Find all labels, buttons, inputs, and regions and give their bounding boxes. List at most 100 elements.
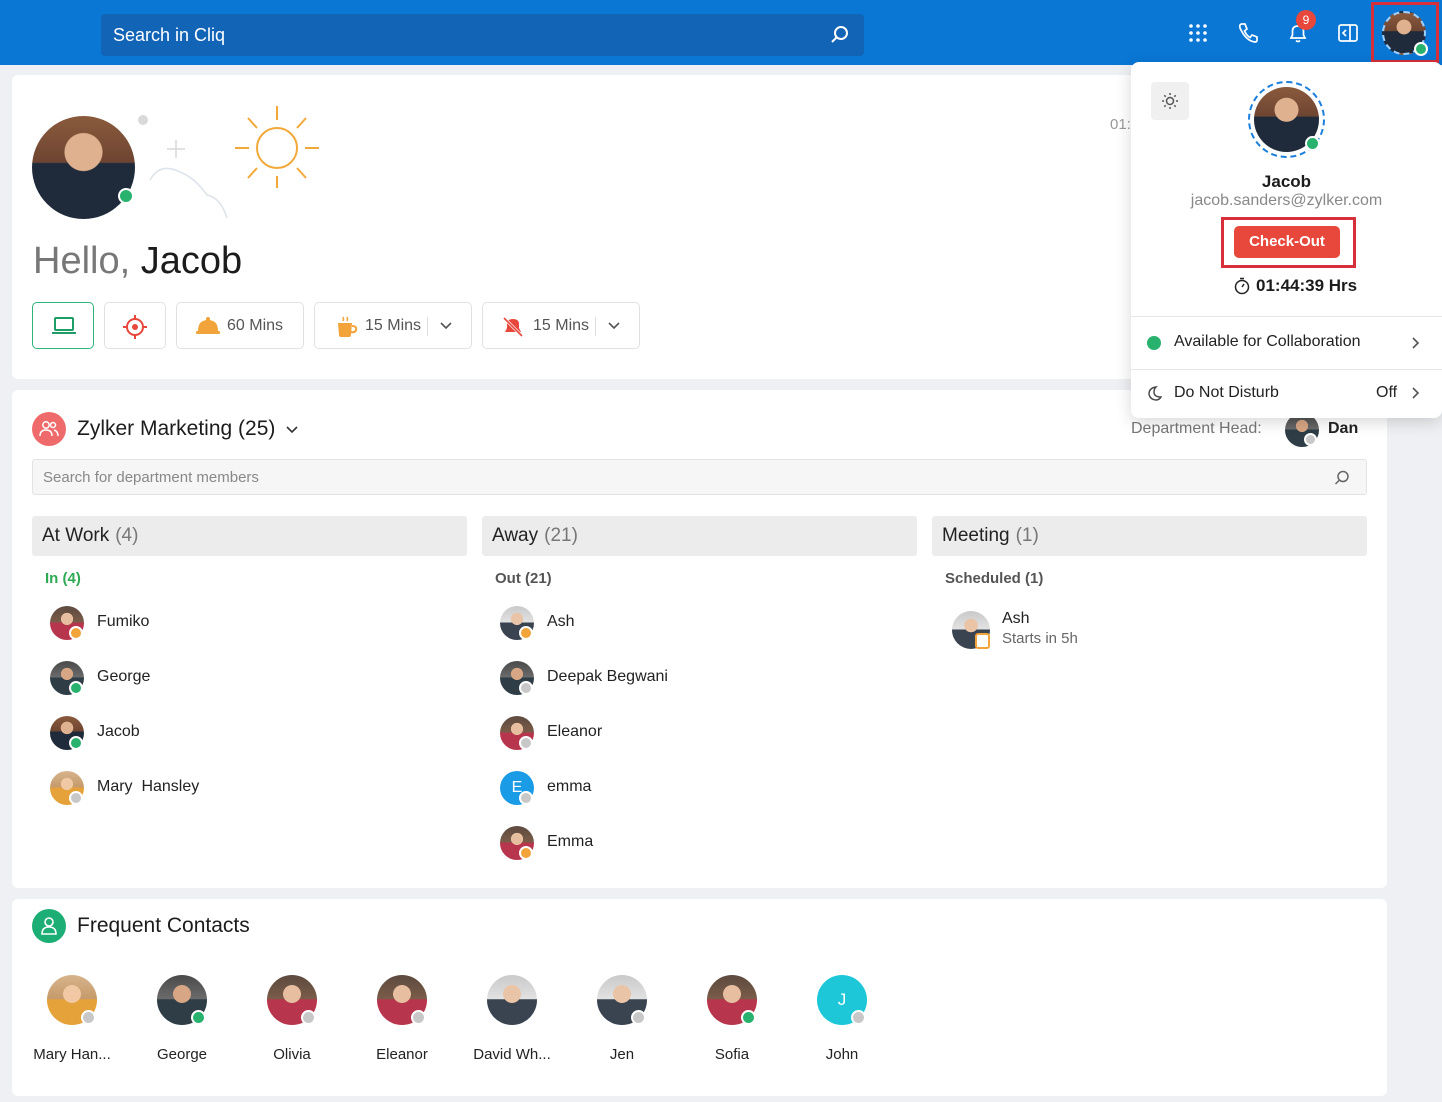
- lunch-break-button[interactable]: 60 Mins: [176, 302, 304, 349]
- profile-avatar-button[interactable]: [1371, 2, 1439, 63]
- focus-target-button[interactable]: [104, 302, 166, 349]
- chevron-right-icon: [1412, 387, 1420, 399]
- online-status-dot: [191, 1010, 206, 1025]
- contact-name[interactable]: Jen: [567, 1046, 677, 1063]
- divider: [427, 317, 428, 336]
- contact-avatar[interactable]: [487, 975, 537, 1025]
- greeting-title: Hello, Jacob: [33, 240, 242, 283]
- group-header-out: Out (21): [495, 570, 552, 587]
- contacts-icon: [32, 909, 66, 943]
- away-status-dot: [519, 626, 533, 640]
- member-search-input[interactable]: Search for department members: [32, 459, 1367, 495]
- bell-off-icon: [502, 316, 524, 338]
- department-title-dropdown[interactable]: Zylker Marketing (25): [77, 417, 299, 441]
- available-status-dot: [1147, 336, 1161, 350]
- popover-user-name: Jacob: [1261, 172, 1312, 191]
- column-header-away: Away (21): [482, 516, 917, 556]
- greeting-name: Jacob: [140, 240, 243, 282]
- offline-status-dot: [851, 1010, 866, 1025]
- contact-name[interactable]: George: [127, 1046, 237, 1063]
- online-status-dot: [741, 1010, 756, 1025]
- search-icon[interactable]: [830, 25, 850, 45]
- status-label: Available for Collaboration: [1174, 333, 1361, 350]
- global-search-input[interactable]: Search in Cliq: [101, 14, 864, 56]
- work-mode-button[interactable]: [32, 302, 94, 349]
- chevron-down-icon[interactable]: [439, 321, 453, 331]
- person-icon: [41, 917, 57, 935]
- away-status-dot: [69, 626, 83, 640]
- department-head-name[interactable]: Dan: [1328, 420, 1358, 438]
- member-name[interactable]: George: [97, 668, 150, 686]
- apps-grid-icon[interactable]: [1187, 22, 1209, 44]
- offline-status-dot: [69, 791, 83, 805]
- column-title: Away: [492, 525, 539, 546]
- online-status-dot: [69, 681, 83, 695]
- dnd-timer-label: 15 Mins: [533, 317, 590, 334]
- member-search-placeholder: Search for department members: [43, 469, 259, 486]
- dnd-value: Off: [1376, 384, 1398, 401]
- member-name[interactable]: Deepak Begwani: [547, 668, 668, 686]
- member-name[interactable]: Eleanor: [547, 723, 602, 741]
- online-status-dot: [118, 188, 134, 204]
- offline-status-dot: [81, 1010, 96, 1025]
- popover-user-email: jacob.sanders@zylker.com: [1190, 192, 1383, 209]
- calendar-status-icon: [975, 633, 990, 649]
- column-header-meeting: Meeting (1): [932, 516, 1367, 556]
- weather-sun-icon: [138, 106, 319, 219]
- online-status-dot: [1414, 42, 1428, 56]
- search-icon[interactable]: [1334, 470, 1350, 486]
- column-title: Meeting: [942, 525, 1010, 546]
- department-icon: [32, 412, 66, 446]
- meeting-start-text: Starts in 5h: [1002, 630, 1078, 647]
- checkin-timer: 01:44:39 Hrs: [1256, 276, 1358, 295]
- target-icon: [123, 315, 147, 339]
- member-name[interactable]: Jacob: [97, 723, 140, 741]
- online-status-dot: [1305, 136, 1320, 151]
- member-name[interactable]: Ash: [1002, 610, 1030, 628]
- notification-badge: 9: [1296, 10, 1316, 30]
- offline-status-dot: [1304, 433, 1317, 446]
- contact-name[interactable]: Olivia: [237, 1046, 347, 1063]
- lunch-break-label: 60 Mins: [227, 317, 284, 334]
- member-name[interactable]: emma: [547, 778, 591, 796]
- column-header-at-work: At Work (4): [32, 516, 467, 556]
- member-name[interactable]: Emma: [547, 833, 593, 851]
- group-header-in: In (4): [45, 570, 81, 587]
- dnd-timer-button[interactable]: 15 Mins: [482, 302, 640, 349]
- column-count: (1): [1015, 525, 1039, 546]
- contact-name[interactable]: Eleanor: [347, 1046, 457, 1063]
- department-head-label: Department Head:: [1131, 420, 1262, 437]
- avatar-initial: J: [837, 990, 847, 1009]
- coffee-break-button[interactable]: 15 Mins: [314, 302, 472, 349]
- chevron-down-icon: [286, 426, 298, 434]
- contact-name[interactable]: John: [787, 1046, 897, 1063]
- current-time-partial: 01:: [1110, 116, 1131, 133]
- coffee-break-label: 15 Mins: [365, 317, 422, 334]
- chevron-down-icon[interactable]: [607, 321, 621, 331]
- phone-icon[interactable]: [1237, 22, 1259, 44]
- contact-name[interactable]: Mary Han...: [17, 1046, 127, 1063]
- away-status-dot: [519, 846, 533, 860]
- people-icon: [39, 421, 59, 437]
- check-out-button[interactable]: Check-Out: [1234, 226, 1340, 258]
- member-name[interactable]: Ash: [547, 613, 575, 631]
- department-title: Zylker Marketing (25): [77, 417, 276, 440]
- theme-toggle-button[interactable]: [1151, 82, 1189, 120]
- member-name[interactable]: Mary Hansley: [97, 778, 199, 796]
- greeting-hello: Hello,: [33, 240, 131, 282]
- offline-status-dot: [519, 681, 533, 695]
- column-title: At Work: [42, 525, 110, 546]
- group-header-scheduled: Scheduled (1): [945, 570, 1044, 587]
- dnd-label: Do Not Disturb: [1174, 384, 1279, 401]
- user-avatar: [32, 116, 135, 219]
- contact-name[interactable]: Sofia: [677, 1046, 787, 1063]
- divider: [595, 317, 596, 336]
- meal-cloche-icon: [196, 317, 220, 334]
- offline-status-dot: [411, 1010, 426, 1025]
- moon-icon: [1148, 386, 1162, 401]
- member-name[interactable]: Fumiko: [97, 613, 149, 631]
- online-status-dot: [69, 736, 83, 750]
- contact-name[interactable]: David Wh...: [457, 1046, 567, 1063]
- sidebar-toggle-icon[interactable]: [1337, 22, 1359, 44]
- offline-status-dot: [631, 1010, 646, 1025]
